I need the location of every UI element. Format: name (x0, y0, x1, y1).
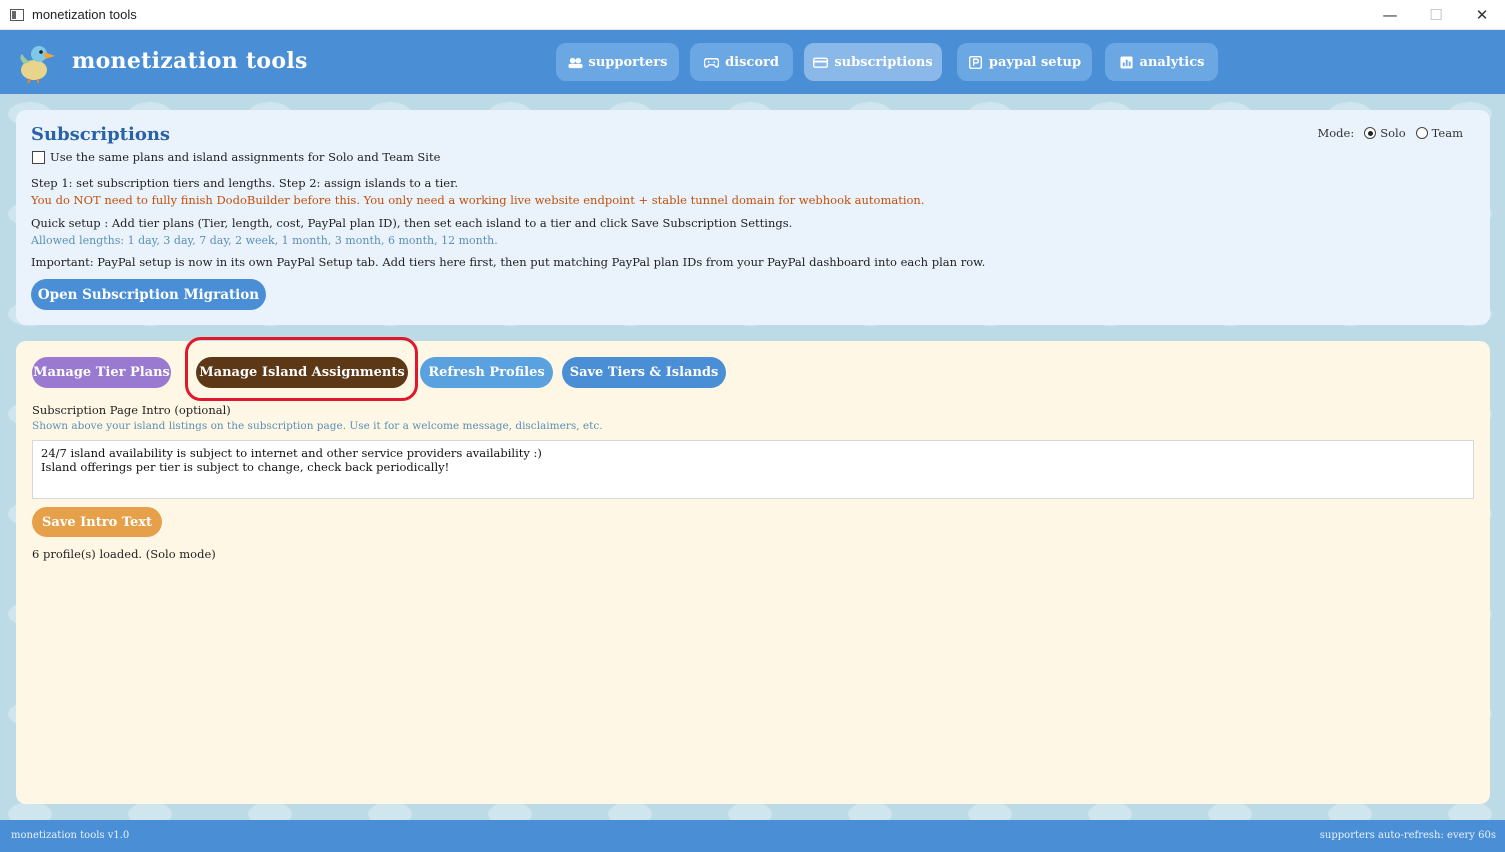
tab-label: discord (725, 54, 779, 70)
tab-discord[interactable]: discord (690, 43, 793, 81)
open-subscription-migration-button[interactable]: Open Subscription Migration (31, 279, 266, 310)
status-text: 6 profile(s) loaded. (Solo mode) (32, 547, 216, 561)
tab-supporters[interactable]: supporters (556, 43, 679, 81)
subscriptions-card: Subscriptions Use the same plans and isl… (16, 110, 1490, 325)
quick-setup-text: Quick setup : Add tier plans (Tier, leng… (31, 216, 793, 230)
save-intro-text-button[interactable]: Save Intro Text (32, 507, 162, 537)
close-button[interactable]: ✕ (1459, 0, 1505, 30)
window-title: monetization tools (32, 7, 137, 22)
app-window-icon (10, 8, 24, 21)
important-text: Important: PayPal setup is now in its ow… (31, 255, 986, 269)
intro-help-text: Shown above your island listings on the … (32, 420, 603, 432)
tab-label: subscriptions (834, 54, 933, 70)
step-text: Step 1: set subscription tiers and lengt… (31, 176, 458, 190)
dodo-bird-icon (20, 46, 55, 84)
mode-option-team[interactable]: Team (1415, 126, 1463, 140)
intro-textarea[interactable]: 24/7 island availability is subject to i… (32, 440, 1474, 499)
mode-label: Mode: (1317, 126, 1355, 140)
chart-icon (1119, 55, 1133, 69)
tab-subscriptions[interactable]: subscriptions (804, 43, 942, 81)
solo-radio[interactable] (1364, 127, 1377, 139)
same-plans-option[interactable]: Use the same plans and island assignment… (32, 150, 440, 164)
same-plans-checkbox[interactable] (32, 150, 45, 164)
management-card: Manage Tier Plans Manage Island Assignme… (16, 337, 1490, 804)
window-titlebar: monetization tools — ☐ ✕ (0, 0, 1505, 30)
brand-title: monetization tools (72, 48, 308, 74)
card-icon (813, 57, 829, 68)
team-label: Team (1431, 126, 1463, 140)
window-controls: — ☐ ✕ (1367, 0, 1505, 30)
save-tiers-islands-button[interactable]: Save Tiers & Islands (562, 357, 726, 388)
tab-label: paypal setup (988, 54, 1082, 70)
paypal-icon (968, 55, 982, 69)
allowed-lengths-text: Allowed lengths: 1 day, 3 day, 7 day, 2 … (31, 234, 498, 247)
app-header: monetization tools supporters discord su… (0, 30, 1505, 94)
app-footer: monetization tools v1.0 supporters auto-… (0, 820, 1505, 852)
same-plans-label: Use the same plans and island assignment… (50, 150, 441, 164)
intro-line-2: Island offerings per tier is subject to … (41, 460, 450, 474)
manage-tier-plans-button[interactable]: Manage Tier Plans (32, 357, 171, 388)
page-title: Subscriptions (31, 124, 171, 145)
mode-option-solo[interactable]: Solo (1364, 126, 1406, 140)
intro-label: Subscription Page Intro (optional) (32, 403, 231, 417)
tab-analytics[interactable]: analytics (1105, 43, 1218, 81)
users-icon (568, 57, 583, 68)
gamepad-icon (704, 57, 720, 68)
tab-label: analytics (1139, 54, 1205, 70)
intro-line-1: 24/7 island availability is subject to i… (41, 446, 542, 460)
tab-label: supporters (588, 54, 668, 70)
highlight-annotation (185, 337, 418, 401)
team-radio[interactable] (1415, 127, 1428, 139)
auto-refresh-text: supporters auto-refresh: every 60s (1319, 830, 1496, 841)
solo-label: Solo (1380, 126, 1406, 140)
refresh-profiles-button[interactable]: Refresh Profiles (420, 357, 553, 388)
maximize-button[interactable]: ☐ (1413, 0, 1459, 30)
minimize-button[interactable]: — (1367, 0, 1413, 30)
warning-text: You do NOT need to fully finish DodoBuil… (31, 193, 925, 207)
tab-paypal-setup[interactable]: paypal setup (957, 43, 1092, 81)
version-text: monetization tools v1.0 (11, 830, 130, 841)
mode-selector: Mode: Solo Team (1317, 126, 1463, 140)
